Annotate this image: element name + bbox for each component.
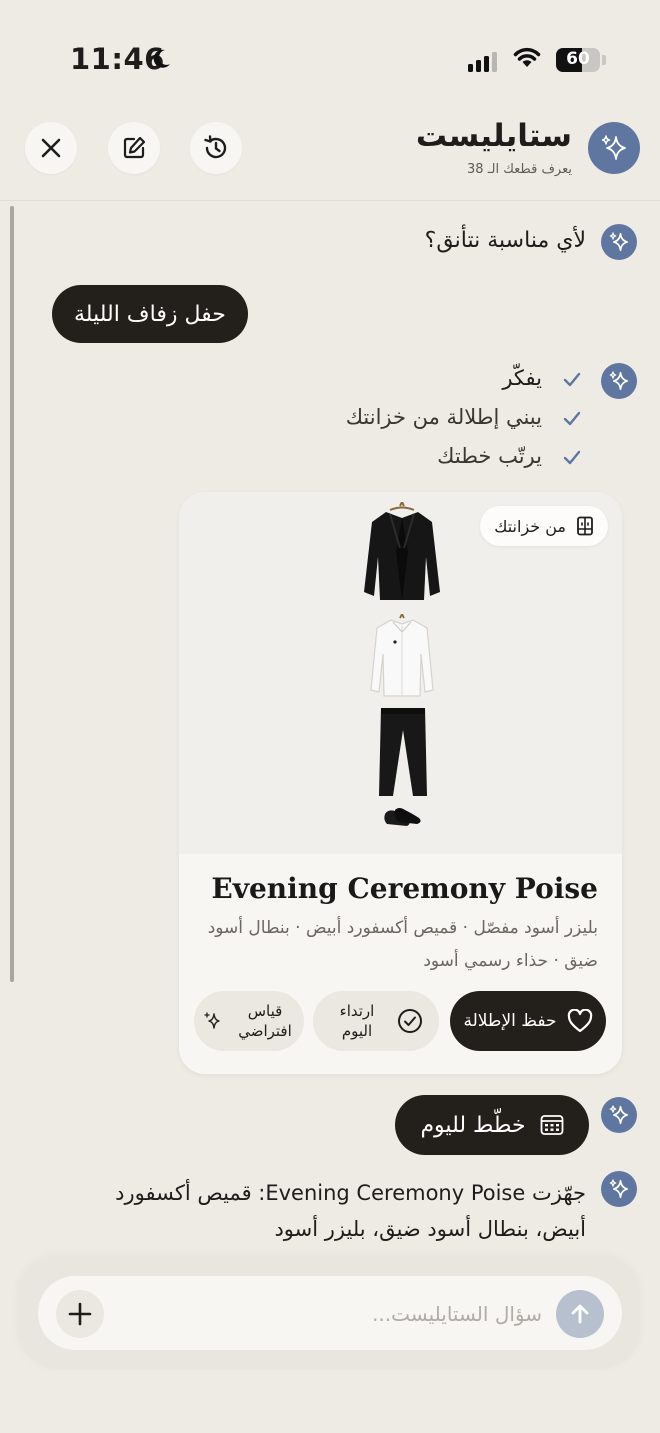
send-button[interactable] <box>556 1290 604 1338</box>
battery-icon: 60 <box>556 48 600 72</box>
sparkle-icon <box>609 232 629 252</box>
outfit-description: بليزر أسود مفصّل · قميص أكسفورد أبيض · ب… <box>207 918 598 971</box>
wear-today-button[interactable]: ارتداء اليوم <box>313 991 439 1051</box>
outfit-card[interactable]: من خزانتك Evening Ceremony Poise بليزر أ… <box>179 492 622 1074</box>
message-input[interactable] <box>130 1296 542 1332</box>
shoes-image <box>384 808 421 826</box>
close-button[interactable] <box>25 122 77 174</box>
heart-icon <box>567 1009 592 1033</box>
trousers-image <box>379 708 427 796</box>
sparkle-icon <box>601 135 626 160</box>
compose-icon <box>123 136 146 159</box>
check-icon <box>563 372 581 387</box>
from-wardrobe-label: من خزانتك <box>494 516 566 536</box>
plan-today-button[interactable]: خطّط لليوم <box>395 1095 589 1155</box>
sparkle-small-icon <box>204 1012 220 1029</box>
calendar-icon <box>540 1115 563 1135</box>
sparkle-icon <box>609 1105 629 1125</box>
virtual-tryon-label: قياس افتراضي <box>238 1002 292 1040</box>
assistant-question: لأي مناسبة نتأنق؟ <box>424 228 586 253</box>
assistant-avatar <box>601 224 637 260</box>
from-wardrobe-badge: من خزانتك <box>480 506 608 546</box>
checkmark-circle-icon <box>398 1009 422 1033</box>
wardrobe-icon <box>577 516 593 536</box>
sparkle-icon <box>609 1179 629 1199</box>
stylist-avatar <box>588 122 640 174</box>
plan-today-label: خطّط لليوم <box>420 1112 526 1138</box>
wifi-icon <box>513 47 541 67</box>
battery-nub <box>602 55 606 65</box>
assistant-avatar <box>601 363 637 399</box>
shirt-image <box>370 614 434 697</box>
sparkle-icon <box>609 371 629 391</box>
page-title: ستايليست <box>415 118 572 154</box>
wear-today-label: ارتداء اليوم <box>339 1002 375 1040</box>
user-message-bubble: حفل زفاف الليلة <box>52 285 248 343</box>
save-outfit-button[interactable]: حفظ الإطلالة <box>450 991 606 1051</box>
blazer-image <box>364 502 440 600</box>
plus-icon <box>68 1302 92 1326</box>
new-chat-button[interactable] <box>108 122 160 174</box>
attach-button[interactable] <box>56 1290 104 1338</box>
battery-level: 60 <box>566 49 590 69</box>
assistant-final-message: جهّزت Evening Ceremony Poise: قميص أكسفو… <box>115 1181 586 1241</box>
page-subtitle: يعرف قطعك الـ 38 <box>467 162 572 177</box>
outfit-title: Evening Ceremony Poise <box>211 872 598 905</box>
outfit-image: من خزانتك <box>179 492 622 854</box>
check-icon <box>563 450 581 465</box>
check-icon <box>563 411 581 426</box>
step-label: يفكّر <box>502 366 542 390</box>
cellular-signal-icon <box>468 52 497 72</box>
save-outfit-label: حفظ الإطلالة <box>463 1011 557 1031</box>
virtual-tryon-button[interactable]: قياس افتراضي <box>194 991 304 1051</box>
history-icon <box>204 135 227 159</box>
chat-scrollbar[interactable] <box>10 206 14 982</box>
step-label: يرتّب خطتك <box>437 444 542 468</box>
stylist-chat-screen: 11:46 60 ستايليست يعرف قطعك الـ 38 لأي م… <box>0 0 660 1433</box>
history-button[interactable] <box>190 122 242 174</box>
assistant-avatar <box>601 1097 637 1133</box>
header-divider <box>0 200 660 201</box>
moon-icon <box>153 49 170 68</box>
close-icon <box>41 138 61 158</box>
arrow-up-icon <box>571 1304 589 1324</box>
assistant-avatar <box>601 1171 637 1207</box>
step-label: يبني إطلالة من خزانتك <box>345 405 542 429</box>
